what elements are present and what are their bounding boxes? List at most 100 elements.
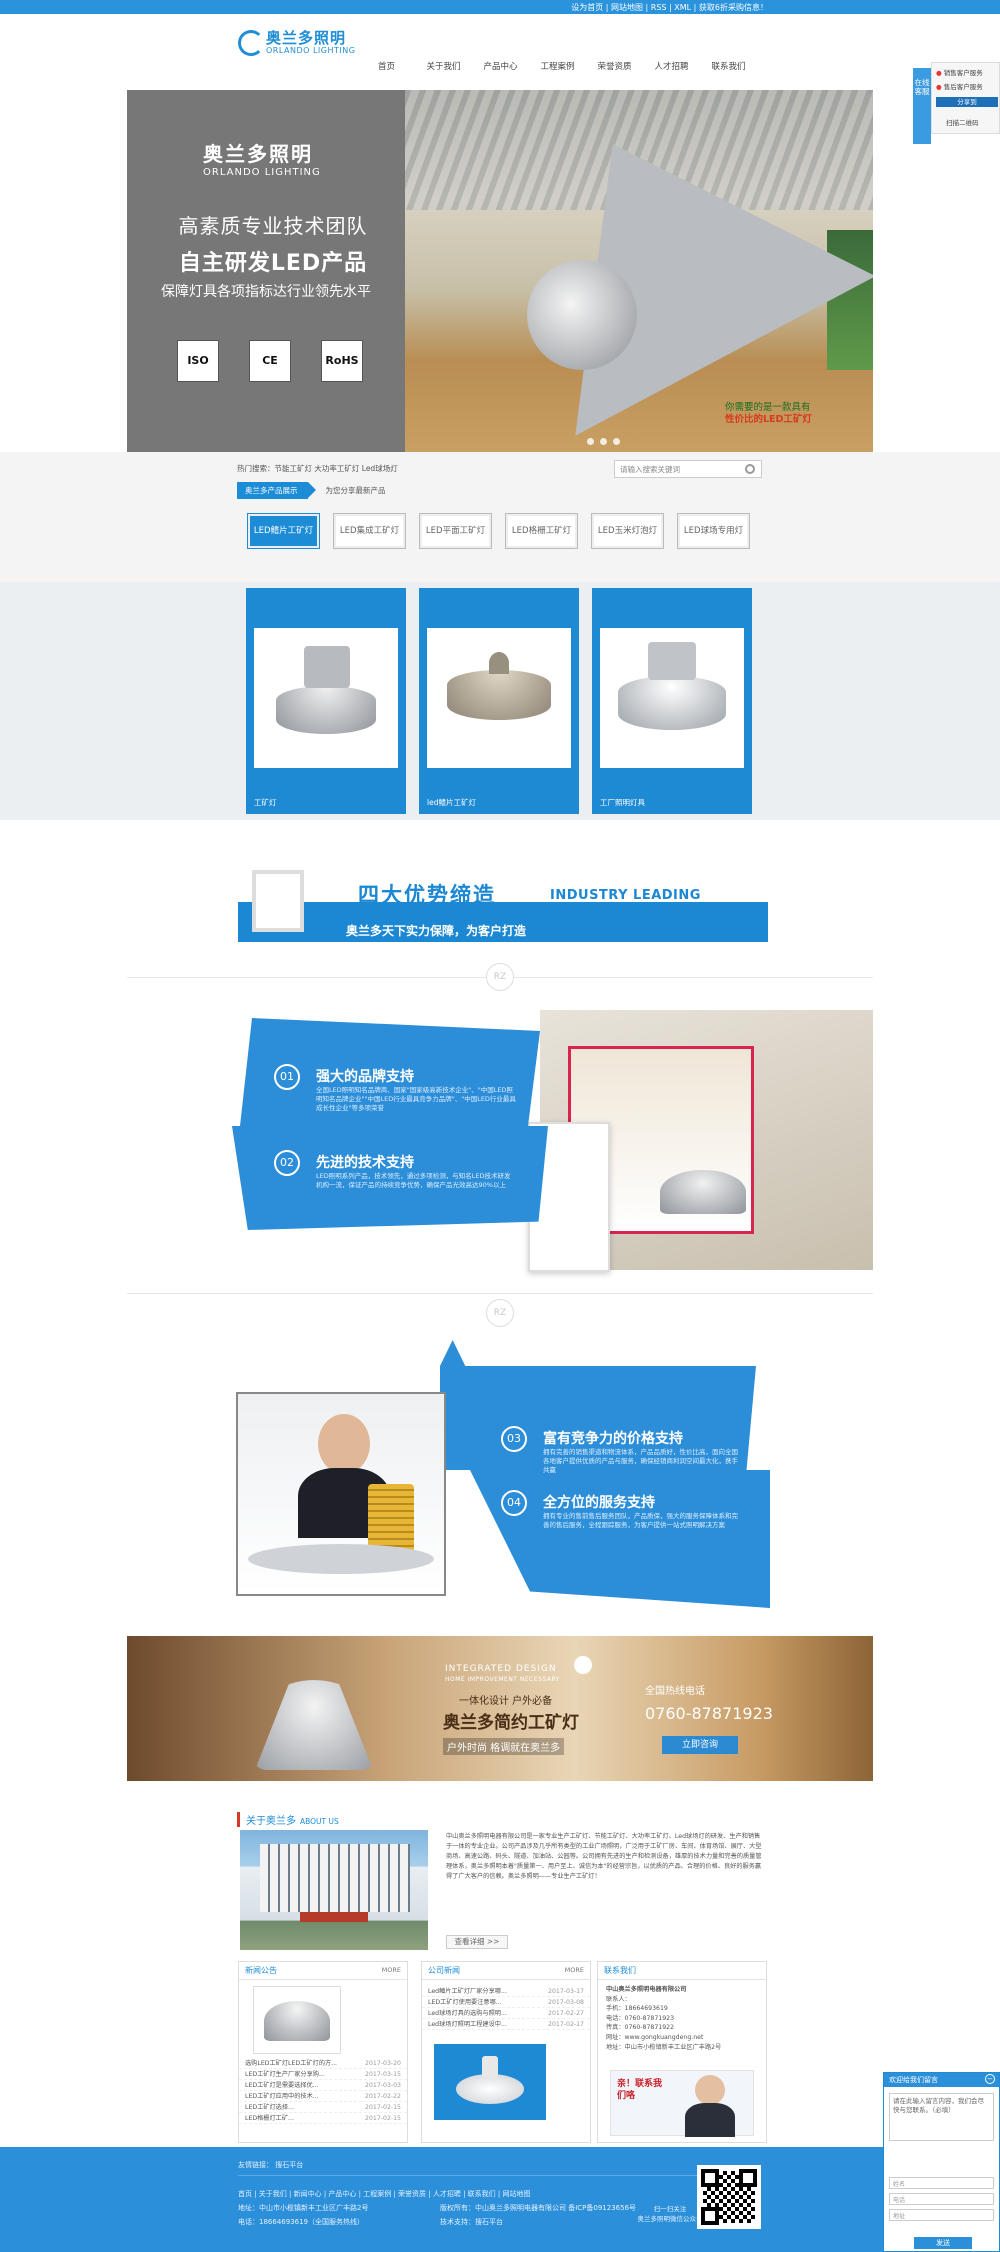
footer: 友情链接： 搜石平台 首页 | 关于我们 | 新闻中心 | 产品中心 | 工程案…	[0, 2147, 1000, 2252]
about-more-button[interactable]: 查看详细 >>	[446, 1935, 508, 1949]
promo-s3: 户外时尚 格调就在奥兰多	[443, 1738, 565, 1755]
contact-phone: 电话：0760-87871923	[606, 2014, 675, 2022]
nav-jobs[interactable]: 人才招聘	[643, 60, 700, 72]
contact-info: 中山奥兰多照明电器有限公司 联系人： 手机：18664693619 电话：076…	[598, 1980, 766, 2057]
contact-company: 中山奥兰多照明电器有限公司	[606, 1986, 687, 1993]
aftersales-service-link[interactable]: ● 售后客户服务	[936, 81, 983, 91]
news-image	[253, 1986, 341, 2054]
list-item[interactable]: Led鳍片工矿灯厂家分享哪... 2017-03-17	[422, 1986, 590, 1997]
advantages-banner: 四大优势缔造 INDUSTRY LEADING BRANDS 奥兰多天下实力保障…	[238, 842, 768, 942]
sales-service-link[interactable]: ● 销售客户服务	[936, 67, 983, 77]
tab-grille-highbay[interactable]: LED格栅工矿灯	[505, 513, 578, 549]
logo-ring-icon	[238, 30, 264, 56]
banner-line1: 高素质专业技术团队	[178, 214, 368, 238]
advantage-num: 02	[274, 1150, 300, 1176]
contact-address: 地址：中山市小榄镇新丰工业区广丰路2号	[606, 2043, 722, 2051]
tab-stadium-light[interactable]: LED球场专用灯	[677, 513, 750, 549]
iso-badge-icon: ISO	[177, 340, 219, 382]
list-item[interactable]: LED工矿灯生产厂家分享购... 2017-03-15	[239, 2069, 407, 2080]
top-links[interactable]: 设为首页 | 网站地图 | RSS | XML | 获取6折采购信息！	[571, 2, 768, 13]
section-tag: 奥兰多产品展示	[237, 481, 315, 499]
send-button[interactable]: 发送	[914, 2237, 972, 2249]
product-card[interactable]: 工厂照明灯具	[592, 588, 752, 814]
hot-search[interactable]: 热门搜索：节能工矿灯 大功率工矿灯 Led球场灯	[237, 463, 398, 474]
about-title-en: ABOUT US	[300, 1817, 339, 1826]
name-input[interactable]: 姓名	[889, 2177, 994, 2189]
ce-badge-icon: CE	[249, 340, 291, 382]
advantage-num: 01	[274, 1064, 300, 1090]
company-news-box: 公司新闻 MORE Led鳍片工矿灯厂家分享哪... 2017-03-17 LED工…	[421, 1961, 591, 2143]
share-button[interactable]: 分享到	[936, 97, 998, 107]
advantage-title: 全方位的服务支持	[543, 1495, 655, 1511]
nav-products[interactable]: 产品中心	[472, 60, 529, 72]
message-widget: 欢迎给我们留言 − 请在此输入留言内容，我们会尽快与您联系。（必填） 姓名 电话 …	[883, 2072, 1000, 2252]
nav-about[interactable]: 关于我们	[415, 60, 472, 72]
banner-caption: 你需要的是一款具有 性价比的LED工矿灯	[725, 402, 873, 427]
promo-en2: HOME IMPROVEMENT NECESSARY	[445, 1676, 560, 1683]
product-label: 工矿灯	[254, 798, 277, 807]
service-tab[interactable]: 在线客服	[913, 68, 931, 144]
close-icon[interactable]: −	[985, 2074, 995, 2084]
news-more-link[interactable]: MORE	[382, 1966, 401, 1974]
list-item[interactable]: LED工矿灯是需要选择优... 2017-03-03	[239, 2080, 407, 2091]
site-logo[interactable]: 奥兰多照明 ORLANDO LIGHTING	[238, 30, 355, 56]
banner-logo-cn: 奥兰多照明	[203, 142, 313, 166]
nav-cases[interactable]: 工程案例	[529, 60, 586, 72]
address-input[interactable]: 地址	[889, 2209, 994, 2221]
contact-fax: 传真：0760-87871922	[606, 2024, 675, 2032]
top-strip: 设为首页 | 网站地图 | RSS | XML | 获取6折采购信息！	[0, 0, 1000, 14]
promo-lamp-image	[255, 1680, 373, 1770]
company-news-list: Led鳍片工矿灯厂家分享哪... 2017-03-17 LED工矿灯使用要注意哪.…	[422, 1986, 590, 2030]
promo-s1: 一体化设计 户外必备	[459, 1696, 553, 1707]
contact-mobile: 手机：18664693619	[606, 2005, 668, 2013]
list-item[interactable]: LED工矿灯应用中的技术... 2017-02-22	[239, 2091, 407, 2102]
list-item[interactable]: Led球场灯照明工程建设中... 2017-02-17	[422, 2019, 590, 2030]
tab-corn-bulb[interactable]: LED玉米灯泡灯	[591, 513, 664, 549]
carousel-dot[interactable]	[587, 438, 594, 445]
product-card[interactable]: 工矿灯	[246, 588, 406, 814]
list-item[interactable]: 选购LED工矿灯LED工矿灯的方... 2017-03-20	[239, 2058, 407, 2069]
footer-nav[interactable]: 首页 | 关于我们 | 新闻中心 | 产品中心 | 工程案例 | 荣誉资质 | …	[238, 2189, 530, 2199]
advantages-title-en: INDUSTRY LEADING BRANDS	[550, 888, 701, 918]
message-textarea[interactable]: 请在此输入留言内容，我们会尽快与您联系。（必填）	[889, 2093, 994, 2141]
phone-input[interactable]: 电话	[889, 2193, 994, 2205]
nav-contact[interactable]: 联系我们	[700, 60, 757, 72]
list-item[interactable]: LED工矿灯选择... 2017-02-15	[239, 2102, 407, 2113]
qq-icon: ●	[936, 83, 942, 91]
qr-scan-link[interactable]: 扫描二维码	[946, 117, 979, 127]
company-more-link[interactable]: MORE	[565, 1966, 584, 1974]
footer-copyright: 版权所有：中山奥兰多照明电器有限公司 备ICP备09123656号	[440, 2204, 637, 2212]
promo-banner[interactable]: INTEGRATED DESIGN HOME IMPROVEMENT NECES…	[127, 1636, 873, 1781]
footer-links[interactable]: 友情链接： 搜石平台	[238, 2160, 303, 2170]
section-heading: 奥兰多产品展示 为您分享最新产品	[237, 481, 386, 499]
rz-emblem-icon: RZ	[486, 1299, 514, 1327]
company-news-title: 公司新闻	[428, 1966, 460, 1975]
advantage-title: 富有竞争力的价格支持	[543, 1431, 683, 1447]
consult-button[interactable]: 立即咨询	[662, 1736, 738, 1754]
product-image	[427, 628, 571, 768]
advantages-title: 四大优势缔造	[358, 883, 496, 907]
advantage-title: 强大的品牌支持	[316, 1069, 414, 1085]
banner-logo: 奥兰多照明 ORLANDO LIGHTING	[203, 138, 321, 178]
tab-integrated-highbay[interactable]: LED集成工矿灯	[333, 513, 406, 549]
tab-flat-highbay[interactable]: LED平面工矿灯	[419, 513, 492, 549]
banner-logo-en: ORLANDO LIGHTING	[203, 167, 321, 178]
carousel-dot[interactable]	[600, 438, 607, 445]
advantage-desc: 全国LED照明知名品牌商、国家"国家级高新技术企业"、"中国LED照明知名品牌企…	[316, 1086, 516, 1113]
list-item[interactable]: LED工矿灯使用要注意哪... 2017-03-08	[422, 1997, 590, 2008]
search-input[interactable]: 请输入搜索关键词	[614, 460, 762, 478]
list-item[interactable]: Led球场灯具的选购与照明... 2017-02-27	[422, 2008, 590, 2019]
product-card[interactable]: led鳍片工矿灯	[419, 588, 579, 814]
carousel-dot[interactable]	[613, 438, 620, 445]
advantage-desc: 拥有专业的售前售后服务团队，产品质保，强大的服务保障体系和完善的售后服务，全程跟…	[543, 1512, 738, 1530]
list-item[interactable]: LED格栅灯工矿... 2017-02-15	[239, 2113, 407, 2124]
hotline-label: 全国热线电话	[645, 1686, 705, 1697]
banner-line3: 保障灯具各项指标达行业领先水平	[161, 284, 371, 300]
search-icon[interactable]	[745, 464, 755, 474]
contact-website[interactable]: 网址：www.gongkuangdeng.net	[606, 2033, 758, 2043]
hero-banner[interactable]: 奥兰多照明 ORLANDO LIGHTING 高素质专业技术团队 自主研发LED…	[127, 90, 873, 452]
tab-fin-highbay[interactable]: LED鳍片工矿灯	[247, 513, 320, 549]
contact-banner[interactable]: 亲！联系我们咯	[610, 2070, 754, 2137]
nav-home[interactable]: 首页	[358, 60, 415, 72]
nav-honors[interactable]: 荣誉资质	[586, 60, 643, 72]
